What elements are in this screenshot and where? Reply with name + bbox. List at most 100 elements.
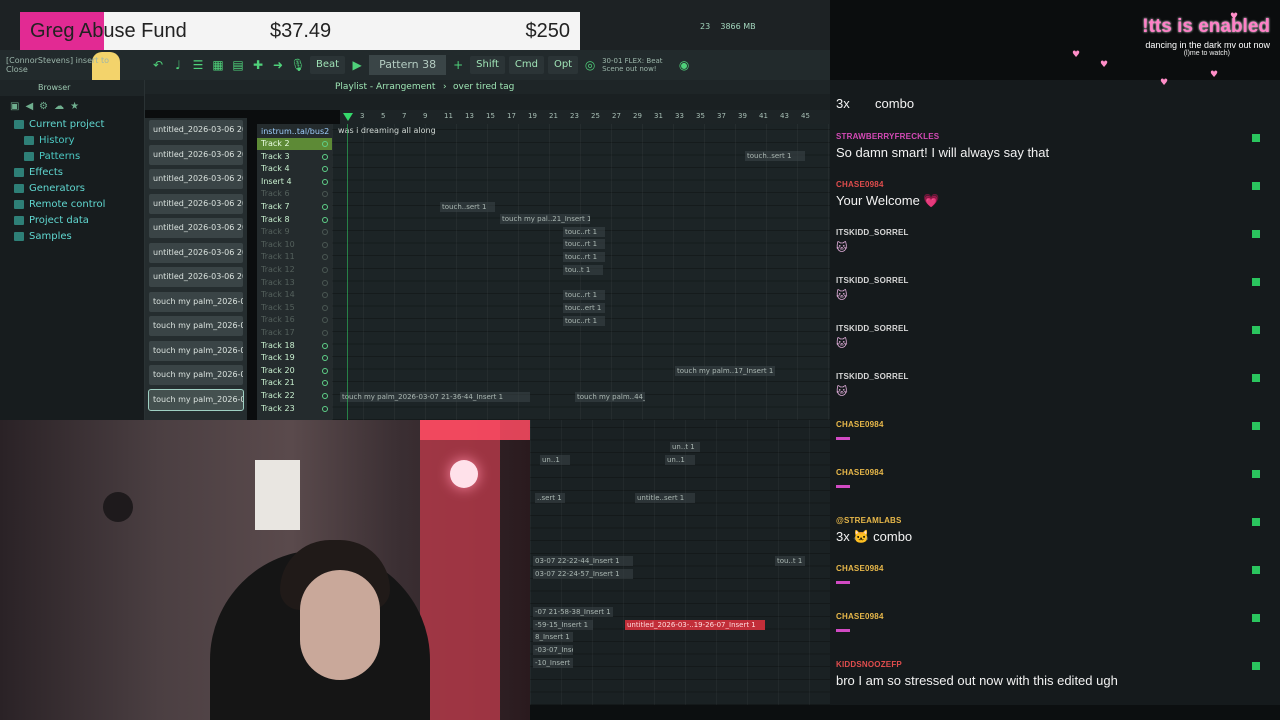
news-icon[interactable]: ◎ [582, 57, 598, 73]
mute-toggle-icon[interactable] [322, 267, 328, 273]
track-header[interactable]: Track 20 [257, 365, 332, 377]
track-header[interactable]: Track 15 [257, 302, 332, 314]
audio-clip[interactable]: -03-07_Insert 1 [533, 645, 573, 655]
track-header[interactable]: Track 14 [257, 289, 332, 301]
track-header[interactable]: Track 10 [257, 239, 332, 251]
track-header[interactable]: Track 7 [257, 201, 332, 213]
track-header[interactable]: Track 2 [257, 138, 332, 150]
beat-button[interactable]: Beat [310, 56, 346, 74]
pattern-list-item[interactable]: untitled_2026-03-06 20-... [149, 218, 243, 238]
news-ticker[interactable]: 30-01 FLEX: Beat Scene out now! [602, 57, 672, 73]
close-link[interactable]: Close [6, 65, 109, 74]
pattern-list-item[interactable]: untitled_2026-03-06 20-... [149, 267, 243, 287]
browser-item[interactable]: Samples [0, 228, 144, 244]
mute-toggle-icon[interactable] [322, 342, 328, 349]
pattern-list-item[interactable]: untitled_2026-03-06 20-... [149, 144, 243, 165]
mute-toggle-icon[interactable] [322, 141, 328, 147]
track-header[interactable]: Track 21 [257, 377, 332, 389]
pattern-list-item[interactable]: untitled_2026-03-06 20-... [149, 169, 243, 189]
piano-roll-icon[interactable]: ▦ [210, 57, 226, 73]
mute-toggle-icon[interactable] [322, 405, 328, 412]
browser-item[interactable]: History [0, 132, 144, 148]
channel-rack-icon[interactable]: ▤ [230, 57, 246, 73]
undo-icon[interactable]: ↶ [150, 57, 166, 73]
chat-username[interactable]: CHASE0984 [836, 420, 1266, 429]
audio-clip[interactable]: tou..t 1 [775, 556, 805, 566]
mute-toggle-icon[interactable] [322, 292, 328, 299]
mute-toggle-icon[interactable] [322, 191, 328, 198]
mute-toggle-icon[interactable] [322, 204, 328, 210]
audio-clip[interactable]: tou..t 1 [563, 265, 603, 275]
pattern-clip-label[interactable]: was i dreaming all along [338, 126, 436, 135]
track-header[interactable]: Track 12 [257, 264, 332, 276]
audio-clip[interactable]: touc..rt 1 [563, 316, 605, 326]
audio-clip[interactable]: touc..ert 1 [563, 303, 605, 313]
audio-clip[interactable]: -59-15_Insert 1 [533, 620, 593, 630]
star-icon[interactable]: ★ [70, 101, 79, 112]
timeline-ruler[interactable]: 3 5 7 9 11 13 15 17 19 21 23 25 27 29 31 33 35 37 39 41 43 45 [340, 110, 830, 124]
chat-username[interactable]: CHASE0984 [836, 468, 1266, 477]
mute-toggle-icon[interactable] [322, 254, 328, 261]
pattern-list-item[interactable]: touch my palm_2026-03... [149, 365, 243, 385]
audio-clip[interactable]: touch my palm..17_Insert 1 [675, 366, 775, 376]
track-header[interactable]: Track 6 [257, 188, 332, 200]
mute-toggle-icon[interactable] [322, 367, 328, 374]
shift-button[interactable]: Shift [470, 56, 505, 74]
track-header[interactable]: Track 4 [257, 163, 332, 175]
audio-clip[interactable]: -10_Insert 1 [533, 658, 573, 668]
track-header[interactable]: Track 19 [257, 352, 332, 364]
audio-clip[interactable]: touc..rt 1 [563, 252, 605, 262]
hint-close[interactable]: [ConnorStevens] insert to Close [6, 56, 109, 74]
pattern-list-item[interactable]: untitled_2026-03-06 20-... [149, 242, 243, 263]
mute-toggle-icon[interactable] [322, 355, 328, 362]
chat-username[interactable]: ITSKIDD_SORREL [836, 324, 1266, 333]
audio-clip[interactable]: 03-07 22-24-57_Insert 1 [533, 569, 633, 579]
browser-item[interactable]: Current project [0, 116, 144, 132]
mic-icon[interactable]: 🎙 [290, 57, 306, 73]
audio-clip[interactable]: -07 21-58-38_Insert 1 [533, 607, 613, 617]
audio-clip[interactable]: ..sert 1 [535, 493, 565, 503]
audio-clip[interactable]: touch..sert 1 [745, 151, 805, 161]
play-pattern-icon[interactable]: ▶ [349, 57, 365, 73]
mute-toggle-icon[interactable] [322, 153, 328, 160]
audio-clip[interactable]: touch my palm_2026-03-07 21-36-44_Insert… [340, 392, 530, 402]
track-header[interactable]: Track 9 [257, 226, 332, 238]
add-pattern-icon[interactable]: + [450, 57, 466, 73]
mute-toggle-icon[interactable] [322, 279, 328, 286]
chat-username[interactable]: CHASE0984 [836, 612, 1266, 621]
online-icon[interactable]: ◉ [676, 57, 692, 73]
track-header[interactable]: Track 3 [257, 151, 332, 163]
chat-username[interactable]: CHASE0984 [836, 564, 1266, 573]
audio-clip[interactable]: 03-07 22-22-44_Insert 1 [533, 556, 633, 566]
mute-toggle-icon[interactable] [322, 380, 328, 387]
opt-button[interactable]: Opt [547, 56, 579, 74]
audio-clip[interactable]: un..1 [540, 455, 570, 465]
cloud-icon[interactable]: ☁ [54, 101, 64, 112]
audio-clip[interactable]: untitled_2026-03-..19-26-07_Insert 1 [625, 620, 765, 630]
track-header[interactable]: Track 16 [257, 314, 332, 326]
mute-toggle-icon[interactable] [322, 216, 328, 223]
browser-item[interactable]: Remote control [0, 196, 144, 212]
chat-username[interactable]: STRAWBERRYFRECKLES [836, 132, 1266, 141]
mute-toggle-icon[interactable] [322, 330, 328, 336]
mute-toggle-icon[interactable] [322, 178, 328, 185]
back-icon[interactable]: ◀ [25, 101, 33, 112]
pattern-list-item[interactable]: untitled_2026-03-06 20-... [149, 193, 243, 214]
chat-username[interactable]: @STREAMLABS [836, 516, 1266, 525]
browser-header[interactable]: Browser [0, 80, 144, 96]
pattern-list-item[interactable]: touch my palm_2026-03... [148, 388, 244, 411]
mute-toggle-icon[interactable] [322, 166, 328, 173]
track-header[interactable]: Track 23 [257, 403, 332, 415]
audio-clip[interactable]: touc..rt 1 [563, 239, 605, 249]
browser-item[interactable]: Effects [0, 164, 144, 180]
browser-item[interactable]: Patterns [0, 148, 144, 164]
track-header-main[interactable]: instrum..tal/bus2 [257, 126, 332, 138]
track-header[interactable]: Track 18 [257, 340, 332, 352]
mute-toggle-icon[interactable] [322, 241, 328, 248]
track-header[interactable]: Track 13 [257, 277, 332, 289]
track-header[interactable]: Track 11 [257, 251, 332, 263]
pattern-list-item[interactable]: touch my palm_2026-03... [149, 316, 243, 336]
chat-username[interactable]: ITSKIDD_SORREL [836, 228, 1266, 237]
tempo-icon[interactable]: ♩ [170, 57, 186, 73]
pattern-list-item[interactable]: untitled_2026-03-06 20-... [149, 120, 243, 140]
